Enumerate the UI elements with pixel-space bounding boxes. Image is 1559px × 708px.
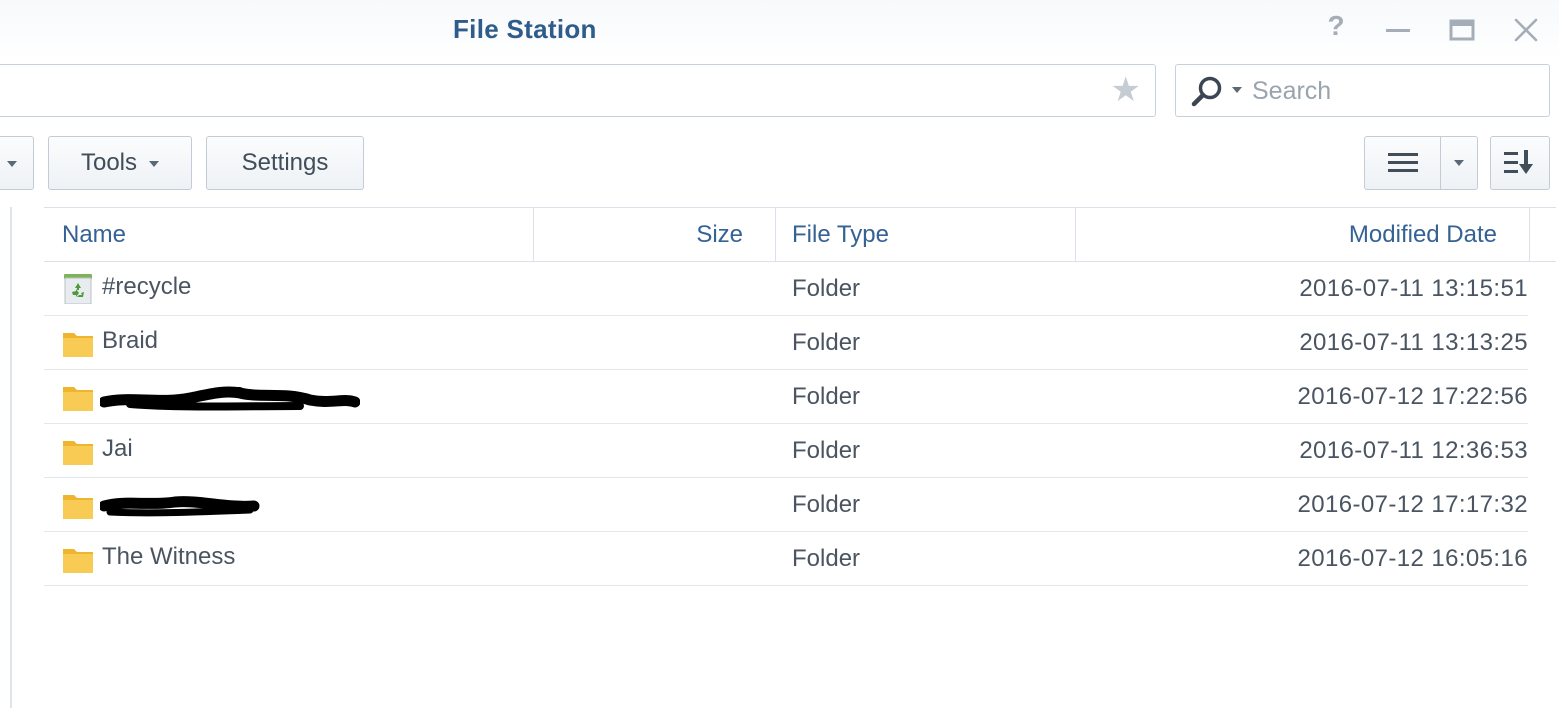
sort-icon [1504,150,1533,174]
file-row[interactable]: The Witness Folder 2016-07-12 16:05:16 [44,532,1528,586]
modified-date: 2016-07-11 12:36:53 [1299,437,1528,464]
file-list: Name Size File Type Modified Date #recyc… [44,207,1556,708]
file-type: Folder [792,437,861,464]
redacted-name-scribble [100,496,260,517]
list-view-icon [1387,153,1418,172]
minimize-icon[interactable] [1382,14,1414,46]
folder-icon [63,387,93,411]
modified-date: 2016-07-12 17:22:56 [1297,383,1528,410]
search-icon[interactable] [1190,75,1224,107]
maximize-icon[interactable] [1446,14,1478,46]
settings-label: Settings [241,149,329,176]
close-icon[interactable] [1510,14,1542,46]
action-dropdown-button[interactable] [0,136,34,190]
file-row[interactable]: Jai Folder 2016-07-11 12:36:53 [44,424,1528,478]
modified-date: 2016-07-12 16:05:16 [1297,545,1528,572]
file-row[interactable]: Folder 2016-07-12 17:17:32 [44,478,1528,532]
sort-button[interactable] [1490,136,1550,190]
file-type: Folder [792,491,861,518]
file-name: Jai [102,435,133,462]
recycle-bin-icon [64,274,92,304]
file-row[interactable]: Folder 2016-07-12 17:22:56 [44,370,1528,424]
file-type: Folder [792,545,861,572]
search-box[interactable] [1175,64,1550,117]
file-type: Folder [792,275,861,302]
chevron-down-icon [1454,160,1464,166]
column-header-file-type[interactable]: File Type [776,208,1076,262]
column-header-spacer [1530,208,1556,262]
file-row[interactable]: Braid Folder 2016-07-11 13:13:25 [44,316,1528,370]
file-name: Braid [102,327,159,354]
column-header-size[interactable]: Size [534,208,776,262]
column-header-name[interactable]: Name [44,208,534,262]
redacted-name-scribble [100,386,360,411]
folder-icon [63,333,93,357]
column-header-modified-date[interactable]: Modified Date [1076,208,1530,262]
modified-date: 2016-07-12 17:17:32 [1297,491,1528,518]
file-station-window: File Station ? ★ Tools Settings [0,0,1559,708]
settings-button[interactable]: Settings [206,136,364,190]
modified-date: 2016-07-11 13:15:51 [1299,275,1528,302]
star-icon[interactable]: ★ [1111,73,1141,107]
file-name: #recycle [102,273,192,300]
modified-date: 2016-07-11 13:13:25 [1299,329,1528,356]
view-mode-dropdown[interactable] [1441,137,1477,189]
chevron-down-icon[interactable] [1232,87,1242,93]
path-bar[interactable]: ★ [0,64,1156,117]
search-input[interactable] [1252,75,1532,107]
list-view-button[interactable] [1365,137,1441,189]
title-bar: File Station ? [0,0,1559,60]
file-row[interactable]: #recycle Folder 2016-07-11 13:15:51 [44,262,1528,316]
help-icon[interactable]: ? [1320,10,1352,42]
file-name: The Witness [102,543,236,570]
folder-icon [63,549,93,573]
tools-button[interactable]: Tools [48,136,192,190]
tools-label: Tools [80,149,138,176]
chevron-down-icon [149,161,160,167]
view-mode-group [1364,136,1478,190]
folder-icon [63,495,93,519]
file-type: Folder [792,329,861,356]
file-list-header: Name Size File Type Modified Date [44,207,1556,262]
window-title: File Station [453,14,597,44]
folder-icon [63,441,93,465]
chevron-down-icon [7,161,17,167]
file-type: Folder [792,383,861,410]
navigation-pane-divider[interactable] [10,207,12,708]
